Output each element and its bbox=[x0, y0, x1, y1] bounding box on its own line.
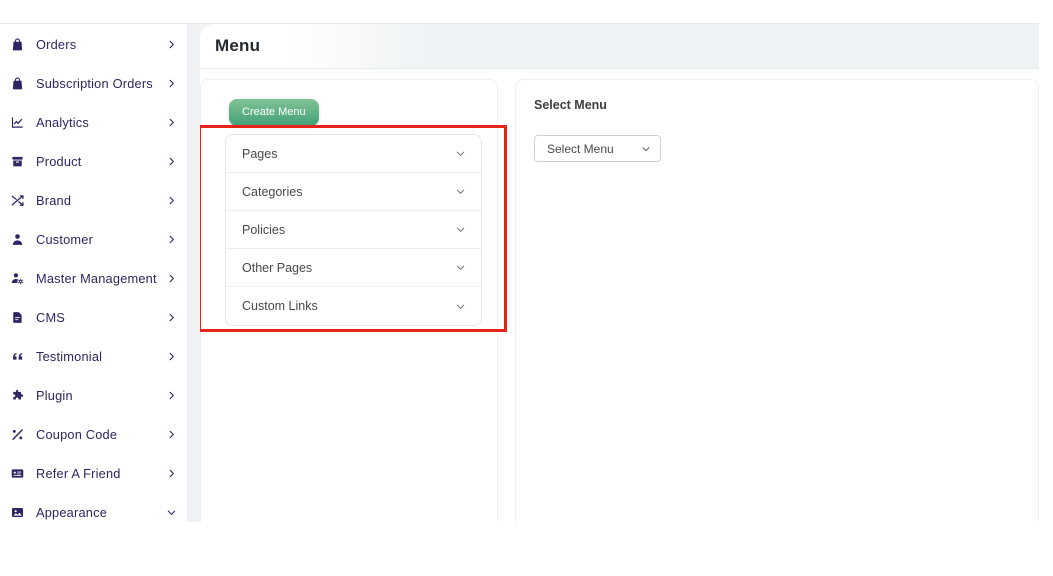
chevron-right-icon bbox=[166, 390, 177, 401]
sidebar-item-label: Appearance bbox=[36, 505, 166, 520]
accordion-item-label: Policies bbox=[242, 223, 285, 237]
chevron-right-icon bbox=[166, 351, 177, 362]
chevron-right-icon bbox=[166, 78, 177, 89]
percent-icon bbox=[9, 426, 26, 443]
accordion-item-policies[interactable]: Policies bbox=[226, 211, 481, 249]
create-menu-button[interactable]: Create Menu bbox=[229, 99, 319, 126]
sidebar-item-cms[interactable]: CMS bbox=[0, 298, 187, 337]
sidebar-item-label: Brand bbox=[36, 193, 166, 208]
accordion-item-label: Pages bbox=[242, 147, 277, 161]
accordion-item-label: Other Pages bbox=[242, 261, 312, 275]
sidebar-item-refer-a-friend[interactable]: Refer A Friend bbox=[0, 454, 187, 493]
chevron-right-icon bbox=[166, 429, 177, 440]
chevron-right-icon bbox=[166, 39, 177, 50]
bag-icon bbox=[9, 36, 26, 53]
sidebar-scrollbar[interactable] bbox=[187, 24, 200, 522]
accordion-item-label: Custom Links bbox=[242, 299, 318, 313]
chevron-down-icon bbox=[455, 186, 466, 197]
select-menu-label: Select Menu bbox=[534, 98, 1038, 112]
main-panel: Menu Create Menu Pages Categor bbox=[200, 24, 1039, 522]
menu-select[interactable]: Select Menu bbox=[534, 135, 661, 162]
archive-box-icon bbox=[9, 153, 26, 170]
accordion-item-custom-links[interactable]: Custom Links bbox=[226, 287, 481, 325]
image-icon bbox=[9, 504, 26, 521]
user-gear-icon bbox=[9, 270, 26, 287]
chevron-right-icon bbox=[166, 273, 177, 284]
chevron-right-icon bbox=[166, 156, 177, 167]
sidebar-item-coupon-code[interactable]: Coupon Code bbox=[0, 415, 187, 454]
chevron-down-icon bbox=[641, 144, 651, 154]
menu-builder-card: Create Menu Pages Categories bbox=[200, 79, 498, 522]
sidebar-item-label: Customer bbox=[36, 232, 166, 247]
sidebar-item-testimonial[interactable]: Testimonial bbox=[0, 337, 187, 376]
menu-select-value: Select Menu bbox=[547, 142, 614, 156]
chevron-down-icon bbox=[455, 148, 466, 159]
chevron-down-icon bbox=[455, 301, 466, 312]
bag-icon bbox=[9, 75, 26, 92]
accordion-item-categories[interactable]: Categories bbox=[226, 173, 481, 211]
chevron-right-icon bbox=[166, 468, 177, 479]
sidebar-item-label: Master Management bbox=[36, 271, 166, 286]
quote-icon bbox=[9, 348, 26, 365]
document-icon bbox=[9, 309, 26, 326]
accordion-item-pages[interactable]: Pages bbox=[226, 135, 481, 173]
select-menu-card: Select Menu Select Menu bbox=[515, 79, 1039, 522]
chevron-down-icon bbox=[455, 224, 466, 235]
puzzle-icon bbox=[9, 387, 26, 404]
sidebar-item-orders[interactable]: Orders bbox=[0, 25, 187, 64]
accordion-item-label: Categories bbox=[242, 185, 302, 199]
chart-line-icon bbox=[9, 114, 26, 131]
accordion-item-other-pages[interactable]: Other Pages bbox=[226, 249, 481, 287]
sidebar-item-label: Orders bbox=[36, 37, 166, 52]
sidebar-item-plugin[interactable]: Plugin bbox=[0, 376, 187, 415]
sidebar-item-label: CMS bbox=[36, 310, 166, 325]
chevron-down-icon bbox=[455, 262, 466, 273]
sidebar-item-label: Product bbox=[36, 154, 166, 169]
sidebar-item-label: Subscription Orders bbox=[36, 76, 166, 91]
sidebar-item-analytics[interactable]: Analytics bbox=[0, 103, 187, 142]
sidebar-item-customer[interactable]: Customer bbox=[0, 220, 187, 259]
sidebar-item-brand[interactable]: Brand bbox=[0, 181, 187, 220]
sidebar: Orders Subscription Orders Analytics bbox=[0, 24, 187, 522]
admin-app: Orders Subscription Orders Analytics bbox=[0, 23, 1039, 522]
user-icon bbox=[9, 231, 26, 248]
chevron-right-icon bbox=[166, 234, 177, 245]
sidebar-item-label: Coupon Code bbox=[36, 427, 166, 442]
menu-source-accordion: Pages Categories Policies bbox=[225, 134, 482, 326]
sidebar-item-appearance[interactable]: Appearance bbox=[0, 493, 187, 522]
sidebar-item-master-management[interactable]: Master Management bbox=[0, 259, 187, 298]
sidebar-item-subscription-orders[interactable]: Subscription Orders bbox=[0, 64, 187, 103]
chevron-right-icon bbox=[166, 312, 177, 323]
sidebar-item-product[interactable]: Product bbox=[0, 142, 187, 181]
sidebar-item-label: Analytics bbox=[36, 115, 166, 130]
id-card-icon bbox=[9, 465, 26, 482]
sidebar-item-label: Refer A Friend bbox=[36, 466, 166, 481]
shuffle-icon bbox=[9, 192, 26, 209]
sidebar-item-label: Plugin bbox=[36, 388, 166, 403]
chevron-right-icon bbox=[166, 195, 177, 206]
content-area: Create Menu Pages Categories bbox=[200, 69, 1039, 522]
page-title: Menu bbox=[215, 36, 260, 56]
chevron-right-icon bbox=[166, 117, 177, 128]
sidebar-item-label: Testimonial bbox=[36, 349, 166, 364]
chevron-down-icon bbox=[166, 507, 177, 518]
page-title-bar: Menu bbox=[200, 24, 1039, 69]
main-area: Menu Create Menu Pages Categor bbox=[200, 24, 1039, 522]
